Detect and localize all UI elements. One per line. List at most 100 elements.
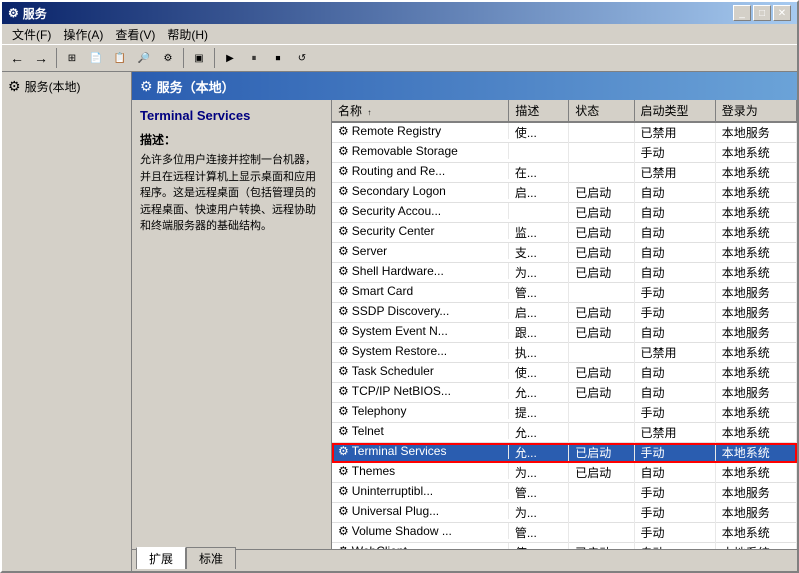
cell-desc: 允...: [509, 383, 569, 403]
tab-standard[interactable]: 标准: [186, 547, 236, 569]
cell-logon: 本地系统: [715, 443, 796, 463]
table-row[interactable]: ⚙System Event N...跟...已启动自动本地服务: [332, 323, 797, 343]
play-button[interactable]: ▶: [219, 47, 241, 69]
table-row[interactable]: ⚙Terminal Services允...已启动手动本地系统: [332, 443, 797, 463]
col-header-startup[interactable]: 启动类型: [634, 100, 715, 122]
restart-button[interactable]: ↺: [291, 47, 313, 69]
cell-logon: 本地系统: [715, 243, 796, 263]
table-row[interactable]: ⚙Uninterruptibl...管...手动本地服务: [332, 483, 797, 503]
menu-file[interactable]: 文件(F): [6, 24, 57, 45]
service-name-text: Security Center: [352, 224, 435, 238]
cell-startup: 自动: [634, 183, 715, 203]
col-header-status[interactable]: 状态: [569, 100, 634, 122]
cell-logon: 本地系统: [715, 423, 796, 443]
menu-bar: 文件(F) 操作(A) 查看(V) 帮助(H): [2, 24, 797, 44]
table-header-row: 名称 ↑ 描述 状态 启动类型 登录为: [332, 100, 797, 122]
service-icon: ⚙: [338, 184, 349, 198]
maximize-button[interactable]: □: [753, 5, 771, 21]
close-button[interactable]: ✕: [773, 5, 791, 21]
cell-startup: 自动: [634, 223, 715, 243]
cell-name: ⚙Remote Registry: [332, 123, 509, 139]
menu-action[interactable]: 操作(A): [57, 24, 109, 45]
properties-button[interactable]: ⚙: [157, 47, 179, 69]
service-icon: ⚙: [338, 244, 349, 258]
service-list-container[interactable]: 名称 ↑ 描述 状态 启动类型 登录为 ⚙Remote Registry使...…: [332, 100, 797, 549]
cell-startup: 自动: [634, 263, 715, 283]
cell-status: 已启动: [569, 243, 634, 263]
col-header-name[interactable]: 名称 ↑: [332, 100, 509, 122]
service-name-text: Remote Registry: [352, 124, 441, 138]
cell-name: ⚙Uninterruptibl...: [332, 483, 509, 499]
pause-button[interactable]: ⏸: [243, 47, 265, 69]
cell-logon: 本地系统: [715, 143, 796, 163]
copy-button[interactable]: 📋: [109, 47, 131, 69]
service-name-text: Secondary Logon: [352, 184, 446, 198]
cell-startup: 自动: [634, 363, 715, 383]
cell-startup: 手动: [634, 303, 715, 323]
forward-button[interactable]: →: [30, 47, 52, 69]
view-button[interactable]: 🔎: [133, 47, 155, 69]
cell-desc: 支...: [509, 243, 569, 263]
service-name-text: Shell Hardware...: [352, 264, 444, 278]
table-row[interactable]: ⚙Security Accou...已启动自动本地系统: [332, 203, 797, 223]
col-header-desc[interactable]: 描述: [509, 100, 569, 122]
cell-logon: 本地系统: [715, 203, 796, 223]
cell-logon: 本地服务: [715, 503, 796, 523]
service-icon: ⚙: [338, 304, 349, 318]
cell-startup: 手动: [634, 143, 715, 163]
table-row[interactable]: ⚙Universal Plug...为...手动本地服务: [332, 503, 797, 523]
show-hide-button[interactable]: ⊞: [61, 47, 83, 69]
cell-status: 已启动: [569, 323, 634, 343]
cell-startup: 已禁用: [634, 163, 715, 183]
table-row[interactable]: ⚙Security Center监...已启动自动本地系统: [332, 223, 797, 243]
table-row[interactable]: ⚙SSDP Discovery...启...已启动手动本地服务: [332, 303, 797, 323]
grid-button[interactable]: ▣: [188, 47, 210, 69]
table-row[interactable]: ⚙Telnet允...已禁用本地系统: [332, 423, 797, 443]
menu-help[interactable]: 帮助(H): [161, 24, 214, 45]
cell-status: 已启动: [569, 443, 634, 463]
cell-startup: 自动: [634, 463, 715, 483]
table-row[interactable]: ⚙Telephony提...手动本地系统: [332, 403, 797, 423]
table-row[interactable]: ⚙System Restore...执...已禁用本地系统: [332, 343, 797, 363]
service-icon: ⚙: [338, 344, 349, 358]
cell-status: [569, 423, 634, 443]
cell-status: [569, 503, 634, 523]
service-icon: ⚙: [338, 124, 349, 138]
back-button[interactable]: ←: [6, 47, 28, 69]
table-row[interactable]: ⚙Routing and Re...在...已禁用本地系统: [332, 163, 797, 183]
menu-view[interactable]: 查看(V): [109, 24, 161, 45]
cell-status: 已启动: [569, 463, 634, 483]
table-row[interactable]: ⚙Smart Card管...手动本地服务: [332, 283, 797, 303]
stop-button[interactable]: ⏹: [267, 47, 289, 69]
table-row[interactable]: ⚙Themes为...已启动自动本地系统: [332, 463, 797, 483]
service-icon: ⚙: [338, 384, 349, 398]
service-icon: ⚙: [338, 284, 349, 298]
minimize-button[interactable]: _: [733, 5, 751, 21]
service-icon: ⚙: [338, 524, 349, 538]
cell-logon: 本地服务: [715, 303, 796, 323]
tab-extended[interactable]: 扩展: [136, 547, 186, 569]
cell-name: ⚙TCP/IP NetBIOS...: [332, 383, 509, 399]
up-button[interactable]: 📄: [85, 47, 107, 69]
col-header-logon[interactable]: 登录为: [715, 100, 796, 122]
table-row[interactable]: ⚙Secondary Logon启...已启动自动本地系统: [332, 183, 797, 203]
service-name-text: Themes: [352, 464, 395, 478]
table-row[interactable]: ⚙TCP/IP NetBIOS...允...已启动自动本地服务: [332, 383, 797, 403]
cell-logon: 本地系统: [715, 263, 796, 283]
cell-status: [569, 403, 634, 423]
cell-desc: 监...: [509, 223, 569, 243]
cell-startup: 手动: [634, 483, 715, 503]
table-row[interactable]: ⚙Server支...已启动自动本地系统: [332, 243, 797, 263]
service-icon: ⚙: [338, 224, 349, 238]
right-panel: ⚙ 服务（本地） Terminal Services 描述： 允许多位用户连接并…: [132, 72, 797, 571]
cell-status: 已启动: [569, 363, 634, 383]
service-icon: ⚙: [338, 404, 349, 418]
table-row[interactable]: ⚙Task Scheduler使...已启动自动本地系统: [332, 363, 797, 383]
cell-desc: 为...: [509, 463, 569, 483]
cell-desc: 使...: [509, 363, 569, 383]
table-row[interactable]: ⚙Removable Storage 手动本地系统: [332, 143, 797, 163]
table-row[interactable]: ⚙Volume Shadow ...管...手动本地系统: [332, 523, 797, 543]
table-row[interactable]: ⚙Shell Hardware...为...已启动自动本地系统: [332, 263, 797, 283]
cell-name: ⚙Removable Storage: [332, 143, 509, 159]
table-row[interactable]: ⚙Remote Registry使...已禁用本地服务: [332, 122, 797, 143]
